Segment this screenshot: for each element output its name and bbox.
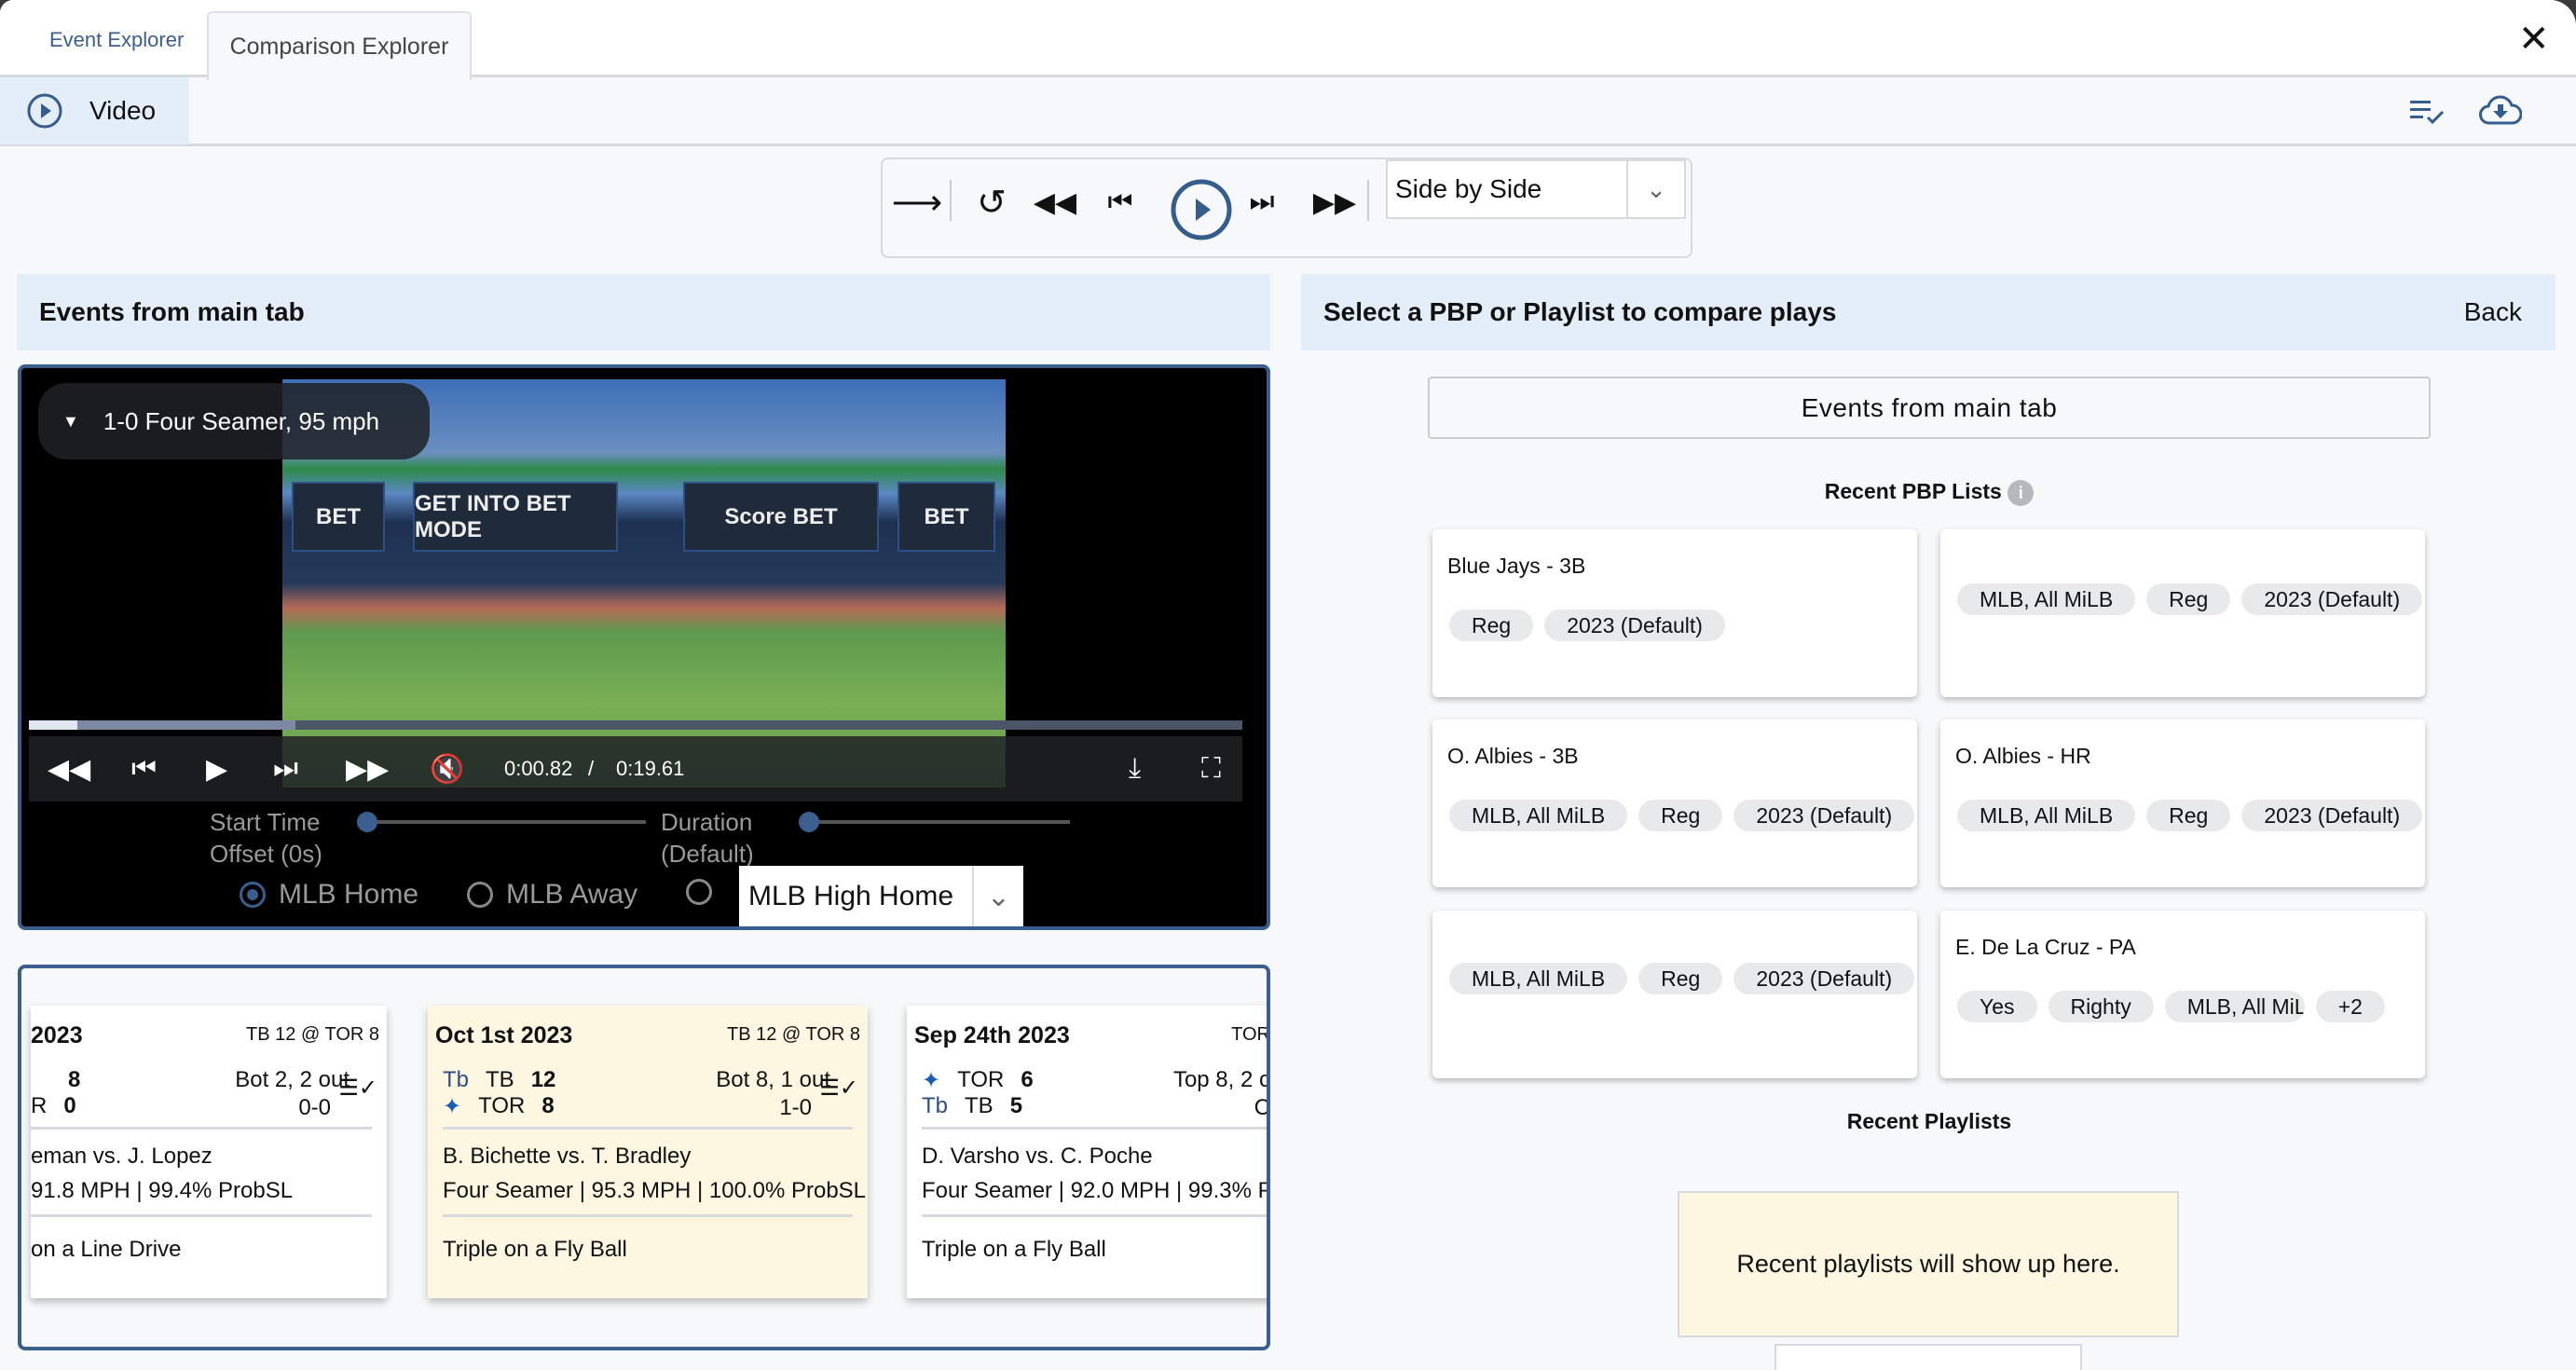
video-player: BET GET INTO BET MODE Score BET BET ▼ 1-… [18,364,1270,930]
skip-next-icon[interactable]: ⏭ [273,753,298,785]
feed-radio-mlb-home[interactable]: MLB Home [240,879,418,911]
right-panel-header: Select a PBP or Playlist to compare play… [1301,274,2555,350]
comparison-explorer-window: Event Explorer Comparison Explorer ✕ Vid… [0,0,2576,1370]
cloud-download-icon[interactable] [2479,94,2522,126]
replay-icon[interactable]: ↺ [968,178,1015,226]
duration-handle[interactable] [799,812,819,832]
video-subtab[interactable]: Video [0,77,189,144]
mute-icon[interactable]: 🔇 [430,753,464,786]
playlists-empty-state: Recent playlists will show up here. [1678,1191,2179,1337]
skip-previous-icon[interactable]: ⏮ [1097,178,1144,226]
playlist-check-icon[interactable] [2410,98,2446,126]
start-offset-handle[interactable] [357,812,377,832]
download-icon[interactable]: ⤓ [1129,753,1141,785]
skip-next-icon[interactable]: ⏭ [1239,178,1285,226]
recent-playlists-title: Recent Playlists [1846,1109,2012,1133]
duration-slider[interactable] [809,820,1070,824]
billboard: BET [292,482,385,552]
recent-pbp-title: Recent PBP Lists i [1428,479,2431,506]
play-circle-icon[interactable] [1170,178,1233,241]
current-time: 0:00.82 [504,757,573,780]
duration-time: 0:19.61 [616,757,685,780]
skip-previous-icon[interactable]: ⏮ [131,753,157,785]
close-icon[interactable]: ✕ [2518,21,2550,58]
view-mode-select[interactable]: Side by Side ⌄ [1386,159,1686,219]
rays-logo-icon: Tb [443,1067,470,1092]
video-control-bar: ◀◀ ⏮ ▶ ⏭ ▶▶ 🔇 0:00.82 / 0:19.61 ⤓ ⛶ [29,736,1242,801]
right-panel-title: Select a PBP or Playlist to compare play… [1323,297,1837,326]
playlist-check-icon[interactable]: ☰✓ [338,1075,377,1102]
billboard: GET INTO BET MODE [413,482,618,552]
video-subtab-label: Video [89,96,157,125]
pbp-list-card[interactable]: O. Albies - HR MLB, All MiLB Reg 2023 (Def… [1940,719,2425,887]
pbp-list-card[interactable]: E. De La Cruz - PA Yes Righty MLB, All MiL… [1940,911,2425,1078]
clip-title: 1-0 Four Seamer, 95 mph [103,406,380,435]
left-panel-header: Events from main tab [17,274,1270,350]
info-icon[interactable]: i [2007,479,2035,506]
fast-forward-icon[interactable]: ▶▶ [1307,178,1363,226]
playback-controls: ⟶ ↺ ◀◀ ⏮ ⏭ ▶▶ Side by Side ⌄ [881,158,1692,258]
view-mode-value: Side by Side [1395,174,1542,203]
event-card[interactable]: 2023 TB 12 @ TOR 8 8 R0 Bot 2, 2 out 0-0… [31,1006,387,1298]
events-carousel: 2023 TB 12 @ TOR 8 8 R0 Bot 2, 2 out 0-0… [18,965,1270,1350]
events-from-main-tab-button[interactable]: Events from main tab [1428,377,2431,439]
billboard: BET [897,482,995,552]
pagination-partial[interactable] [1774,1344,2082,1370]
billboard: Score BET [683,482,879,552]
feed-radio-mlb-away[interactable]: MLB Away [467,879,637,911]
fast-forward-icon[interactable]: ▶▶ [346,753,389,786]
chevron-down-icon: ⌄ [1626,161,1684,217]
playlist-check-icon[interactable]: ☰✓ [819,1075,858,1102]
video-progress-bar[interactable] [29,720,1242,730]
play-icon[interactable]: ▶ [206,753,227,786]
rewind-icon[interactable]: ◀◀ [1032,178,1078,226]
video-toolbar: Video [0,77,2576,146]
pbp-list-card[interactable]: MLB, All MiLB Reg 2023 (Default) [1940,529,2425,697]
feed-select[interactable]: MLB High Home ⌄ [739,866,1023,926]
tab-event-explorer[interactable]: Event Explorer [49,28,184,52]
pbp-list-card[interactable]: O. Albies - 3B MLB, All MiLB Reg 2023 (Def… [1432,719,1917,887]
time-separator: / [588,757,595,780]
caret-down-icon: ▼ [62,411,79,431]
start-offset-label: Start Time Offset (0s) [210,808,322,868]
chevron-down-icon: ⌄ [972,866,1023,926]
play-circle-icon [27,93,62,129]
event-card-selected[interactable]: Oct 1st 2023 TB 12 @ TOR 8 Tb TB 12 ✦ TOR 8 … [428,1006,868,1298]
blue-jays-logo-icon: ✦ [443,1094,462,1119]
arrow-right-icon[interactable]: ⟶ [892,178,942,226]
tab-bar: Event Explorer Comparison Explorer ✕ [0,0,2576,80]
tab-comparison-explorer[interactable]: Comparison Explorer [207,11,472,80]
feed-radio-other[interactable] [686,879,712,905]
pbp-list-card[interactable]: MLB, All MiLB Reg 2023 (Default) [1432,911,1917,1078]
fullscreen-icon[interactable]: ⛶ [1201,753,1221,785]
start-offset-slider[interactable] [366,820,646,824]
rewind-icon[interactable]: ◀◀ [48,753,90,786]
clip-title-overlay[interactable]: ▼ 1-0 Four Seamer, 95 mph [38,383,430,459]
back-button[interactable]: Back [2464,297,2522,327]
duration-label: Duration (Default) [661,808,754,868]
event-card[interactable]: Sep 24th 2023 TOR ✦ TOR 6 Tb TB 5 Top 8, 2 c… [907,1006,1267,1298]
pbp-list-card[interactable]: Blue Jays - 3B Reg 2023 (Default) [1432,529,1917,697]
